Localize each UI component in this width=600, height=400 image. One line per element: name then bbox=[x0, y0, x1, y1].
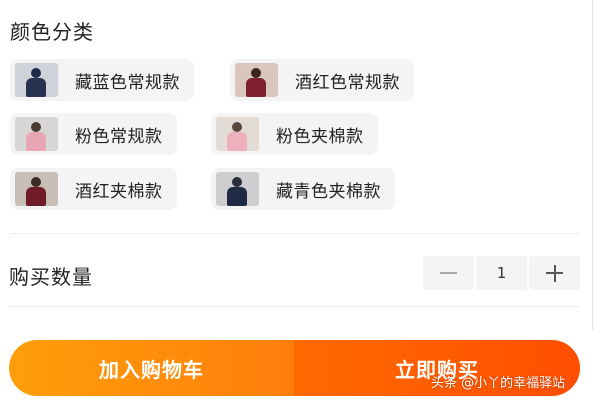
plus-icon bbox=[546, 264, 563, 282]
color-option-thumbnail bbox=[15, 172, 58, 206]
quantity-label: 购买数量 bbox=[9, 265, 93, 289]
increase-quantity-button[interactable] bbox=[529, 256, 580, 290]
decrease-quantity-button[interactable] bbox=[423, 256, 474, 290]
color-option-navy-regular[interactable]: 藏蓝色常规款 bbox=[10, 59, 194, 101]
watermark: 头条 @小丫的幸福驿站 bbox=[431, 376, 566, 391]
quantity-stepper: 1 bbox=[423, 256, 580, 290]
add-to-cart-label: 加入购物车 bbox=[99, 357, 204, 382]
color-option-label: 粉色夹棉款 bbox=[276, 126, 364, 147]
color-option-thumbnail bbox=[15, 63, 58, 97]
color-option-thumbnail bbox=[216, 172, 259, 206]
panel-edge bbox=[592, 0, 593, 330]
color-option-label: 粉色常规款 bbox=[75, 126, 163, 147]
color-option-label: 酒红色常规款 bbox=[295, 72, 400, 93]
color-option-label: 藏青色夹棉款 bbox=[276, 181, 381, 202]
color-option-darkblue-padded[interactable]: 藏青色夹棉款 bbox=[211, 168, 395, 210]
minus-icon bbox=[440, 272, 457, 274]
color-option-thumbnail bbox=[15, 117, 58, 151]
section-divider bbox=[10, 233, 580, 234]
add-to-cart-button[interactable]: 加入购物车 bbox=[9, 340, 294, 396]
color-option-thumbnail bbox=[235, 63, 278, 97]
color-option-wine-regular[interactable]: 酒红色常规款 bbox=[230, 59, 414, 101]
section-divider bbox=[10, 306, 580, 307]
color-option-pink-padded[interactable]: 粉色夹棉款 bbox=[211, 113, 378, 155]
color-option-wine-padded[interactable]: 酒红夹棉款 bbox=[10, 168, 177, 210]
color-option-thumbnail bbox=[216, 117, 259, 151]
color-section-title: 颜色分类 bbox=[10, 20, 94, 44]
color-option-pink-regular[interactable]: 粉色常规款 bbox=[10, 113, 177, 155]
quantity-value[interactable]: 1 bbox=[476, 256, 527, 290]
color-option-label: 藏蓝色常规款 bbox=[75, 72, 180, 93]
color-option-label: 酒红夹棉款 bbox=[75, 181, 163, 202]
product-spec-panel: 颜色分类 藏蓝色常规款 酒红色常规款 粉色常规款 粉色夹棉款 酒红夹棉款 藏青色… bbox=[0, 0, 600, 400]
